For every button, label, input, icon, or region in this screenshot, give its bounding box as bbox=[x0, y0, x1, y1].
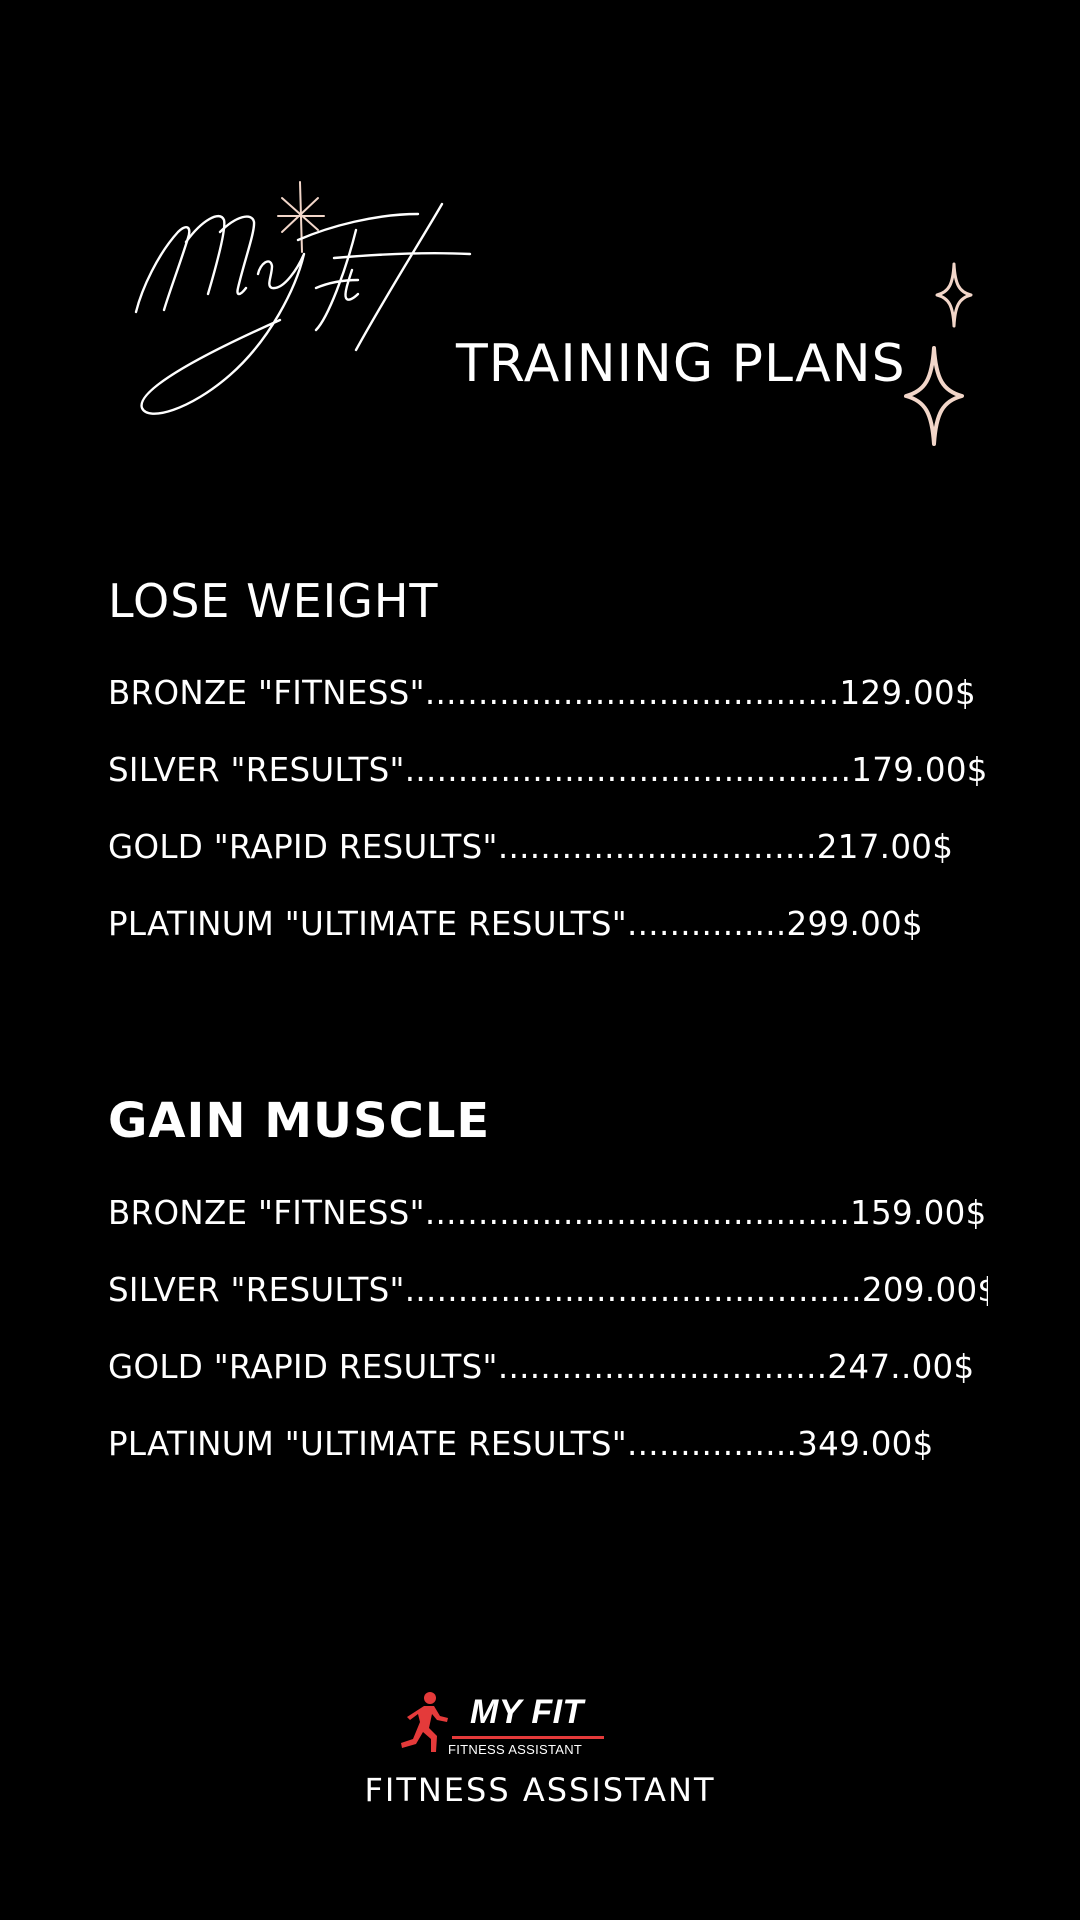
plan-row: BRONZE "FITNESS"........................… bbox=[108, 1186, 988, 1263]
plan-list: BRONZE "FITNESS"........................… bbox=[108, 666, 988, 974]
section-lose-weight: LOSE WEIGHT BRONZE "FITNESS"............… bbox=[108, 570, 988, 974]
dot-leader: ....................................... bbox=[424, 674, 840, 712]
training-plans-heading: TRAINING PLANS bbox=[456, 334, 906, 394]
section-gain-muscle: GAIN MUSCLE BRONZE "FITNESS"............… bbox=[108, 1090, 988, 1494]
plan-name: BRONZE "FITNESS" bbox=[108, 674, 425, 712]
plan-name: GOLD "RAPID RESULTS" bbox=[108, 828, 498, 866]
plan-price: 159.00$ bbox=[850, 1194, 987, 1232]
plan-price: 209.00$ bbox=[861, 1271, 988, 1309]
plan-row: SILVER "RESULTS"........................… bbox=[108, 1263, 988, 1340]
brand-tagline: FITNESS ASSISTANT bbox=[448, 1742, 583, 1757]
plan-price: 247..00$ bbox=[827, 1348, 975, 1386]
dot-leader: ............... bbox=[627, 905, 787, 943]
plan-name: SILVER "RESULTS" bbox=[108, 1271, 405, 1309]
dot-leader: ........................................… bbox=[404, 1271, 862, 1309]
dot-leader: ............................... bbox=[497, 1348, 828, 1386]
plan-price: 179.00$ bbox=[851, 751, 988, 789]
plan-row: GOLD "RAPID RESULTS"....................… bbox=[108, 1340, 988, 1417]
plan-row: PLATINUM "ULTIMATE RESULTS".............… bbox=[108, 897, 988, 974]
runner-icon bbox=[401, 1692, 448, 1752]
plan-price: 129.00$ bbox=[839, 674, 976, 712]
plan-row: SILVER "RESULTS"........................… bbox=[108, 743, 988, 820]
brand-name: MY FIT bbox=[470, 1693, 584, 1731]
sparkle-icon bbox=[904, 346, 964, 446]
plan-row: PLATINUM "ULTIMATE RESULTS".............… bbox=[108, 1417, 988, 1494]
myfit-script-logo bbox=[134, 181, 472, 415]
plan-list: BRONZE "FITNESS"........................… bbox=[108, 1186, 988, 1494]
training-plans-page: TRAINING PLANS LOSE WEIGHT BRONZE "FITNE… bbox=[0, 0, 1080, 1920]
myfit-brand-logo: MY FIT FITNESS ASSISTANT bbox=[396, 1692, 612, 1764]
dot-leader: ........................................… bbox=[404, 751, 852, 789]
plan-name: PLATINUM "ULTIMATE RESULTS" bbox=[108, 1425, 628, 1463]
section-title: GAIN MUSCLE bbox=[108, 1093, 491, 1149]
dot-leader: ................ bbox=[627, 1425, 798, 1463]
plan-name: PLATINUM "ULTIMATE RESULTS" bbox=[108, 905, 628, 943]
plan-row: BRONZE "FITNESS"........................… bbox=[108, 666, 988, 743]
dot-leader: ........................................ bbox=[424, 1194, 851, 1232]
plan-name: GOLD "RAPID RESULTS" bbox=[108, 1348, 498, 1386]
plan-price: 217.00$ bbox=[816, 828, 954, 866]
brand-underline bbox=[452, 1736, 604, 1739]
plan-price: 299.00$ bbox=[786, 905, 924, 943]
plan-name: SILVER "RESULTS" bbox=[108, 751, 405, 789]
section-title: LOSE WEIGHT bbox=[108, 574, 439, 628]
dot-leader: .............................. bbox=[497, 828, 817, 866]
sparkle-icon bbox=[935, 262, 973, 328]
plan-row: GOLD "RAPID RESULTS"....................… bbox=[108, 820, 988, 897]
plan-price: 349.00$ bbox=[797, 1425, 934, 1463]
footer-caption: FITNESS ASSISTANT bbox=[364, 1771, 716, 1809]
plan-name: BRONZE "FITNESS" bbox=[108, 1194, 425, 1232]
